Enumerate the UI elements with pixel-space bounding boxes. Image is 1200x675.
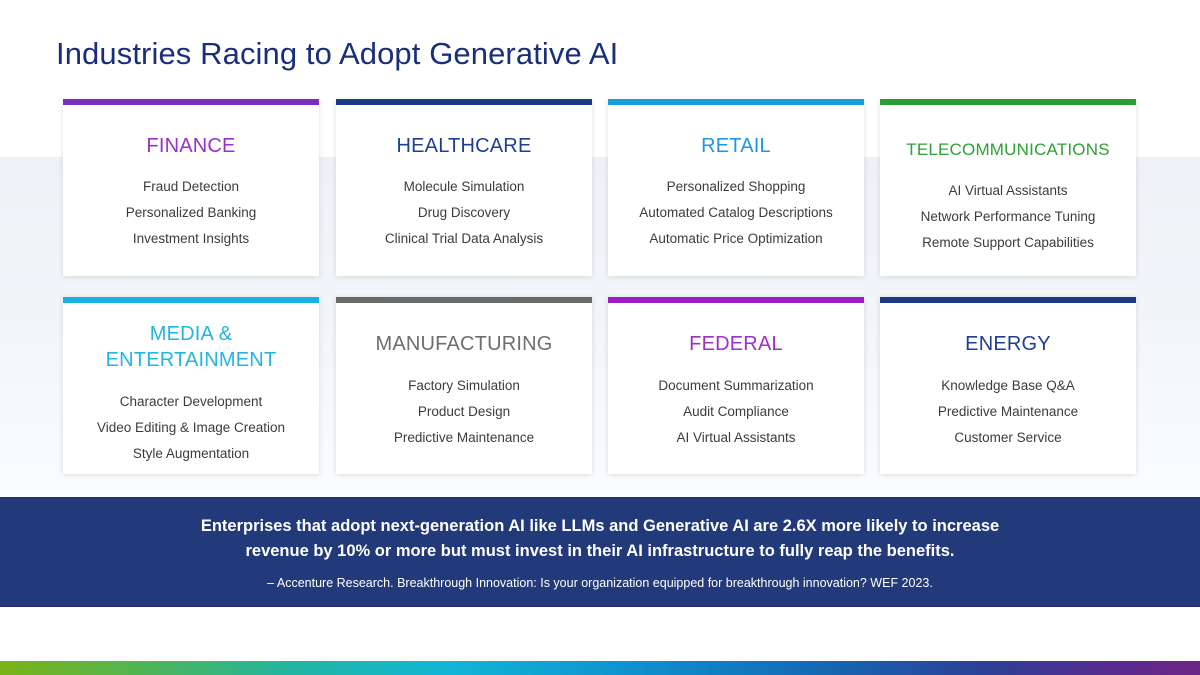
list-item: Fraud Detection [142,179,240,194]
card-accent-bar [63,297,319,303]
list-item: Style Augmentation [132,446,250,461]
card-title: FINANCE [146,135,236,157]
quote-text: Enterprises that adopt next-generation A… [200,517,1000,560]
list-item: Investment Insights [132,231,250,246]
industry-card-healthcare[interactable]: HEALTHCARE Molecule Simulation Drug Disc… [336,99,592,276]
list-item: Drug Discovery [417,205,511,220]
list-item: Personalized Shopping [666,179,806,194]
card-accent-bar [880,99,1136,105]
card-item-list: AI Virtual Assistants Network Performanc… [880,178,1136,256]
card-item-list: Character Development Video Editing & Im… [63,389,319,467]
card-accent-bar [608,99,864,105]
card-title: MANUFACTURING [375,333,553,355]
list-item: Automated Catalog Descriptions [639,205,833,220]
card-accent-bar [880,297,1136,303]
industry-card-federal[interactable]: FEDERAL Document Summarization Audit Com… [608,297,864,474]
list-item: Automatic Price Optimization [649,231,823,246]
quote-source: – Accenture Research. Breakthrough Innov… [267,576,933,590]
card-item-list: Factory Simulation Product Design Predic… [336,373,592,451]
card-title: MEDIA & ENTERTAINMENT [105,323,277,371]
list-item: Personalized Banking [125,205,257,220]
card-title: FEDERAL [689,333,783,355]
list-item: Audit Compliance [683,404,789,419]
footer: vm ware ® NVIDIA . 6 [0,607,1200,665]
list-item: Video Editing & Image Creation [96,420,286,435]
industry-card-retail[interactable]: RETAIL Personalized Shopping Automated C… [608,99,864,276]
list-item: Predictive Maintenance [937,404,1079,419]
industry-card-manufacturing[interactable]: MANUFACTURING Factory Simulation Product… [336,297,592,474]
industry-card-media-entertainment[interactable]: MEDIA & ENTERTAINMENT Character Developm… [63,297,319,474]
card-title: RETAIL [701,135,771,157]
card-accent-bar [336,297,592,303]
card-item-list: Fraud Detection Personalized Banking Inv… [63,174,319,252]
card-accent-bar [63,99,319,105]
card-accent-bar [336,99,592,105]
card-item-list: Knowledge Base Q&A Predictive Maintenanc… [880,373,1136,451]
list-item: Customer Service [954,430,1062,445]
industry-card-finance[interactable]: FINANCE Fraud Detection Personalized Ban… [63,99,319,276]
list-item: Product Design [417,404,511,419]
card-title: TELECOMMUNICATIONS [906,140,1110,159]
bottom-gradient-strip [0,661,1200,675]
industry-card-energy[interactable]: ENERGY Knowledge Base Q&A Predictive Mai… [880,297,1136,474]
list-item: Character Development [119,394,263,409]
list-item: AI Virtual Assistants [948,183,1068,198]
list-item: Factory Simulation [408,378,520,393]
card-item-list: Document Summarization Audit Compliance … [608,373,864,451]
list-item: AI Virtual Assistants [676,430,796,445]
list-item: Clinical Trial Data Analysis [384,231,544,246]
card-accent-bar [608,297,864,303]
card-title: ENERGY [965,333,1051,355]
industry-card-telecommunications[interactable]: TELECOMMUNICATIONS AI Virtual Assistants… [880,99,1136,276]
card-title: HEALTHCARE [396,135,532,157]
list-item: Predictive Maintenance [393,430,535,445]
slide-canvas: Industries Racing to Adopt Generative AI… [0,0,1200,675]
list-item: Network Performance Tuning [920,209,1096,224]
list-item: Remote Support Capabilities [922,235,1094,250]
list-item: Knowledge Base Q&A [941,378,1075,393]
quote-banner: Enterprises that adopt next-generation A… [0,497,1200,607]
card-item-list: Molecule Simulation Drug Discovery Clini… [336,174,592,252]
list-item: Document Summarization [658,378,814,393]
card-item-list: Personalized Shopping Automated Catalog … [608,174,864,252]
list-item: Molecule Simulation [403,179,525,194]
page-title: Industries Racing to Adopt Generative AI [56,36,619,71]
